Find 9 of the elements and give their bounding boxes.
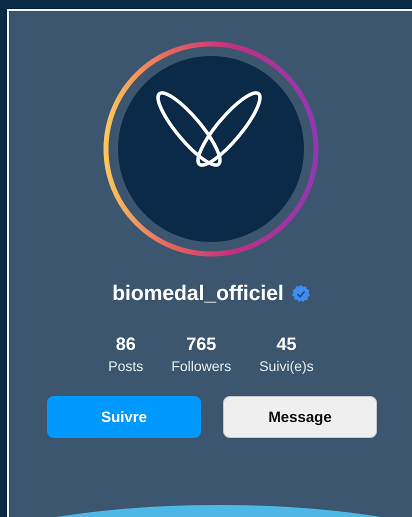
stat-label[interactable]: Followers bbox=[171, 358, 232, 374]
message-button[interactable]: Message bbox=[223, 396, 377, 438]
stat-count: 765 bbox=[186, 334, 216, 355]
logo-avatar[interactable] bbox=[103, 41, 319, 257]
stat-label[interactable]: Posts bbox=[108, 358, 144, 374]
stat-count: 45 bbox=[276, 334, 296, 355]
username: biomedal_officiel bbox=[112, 282, 284, 306]
stat-count: 86 bbox=[116, 334, 136, 355]
stat-label[interactable]: Suivi(e)s bbox=[259, 358, 314, 374]
